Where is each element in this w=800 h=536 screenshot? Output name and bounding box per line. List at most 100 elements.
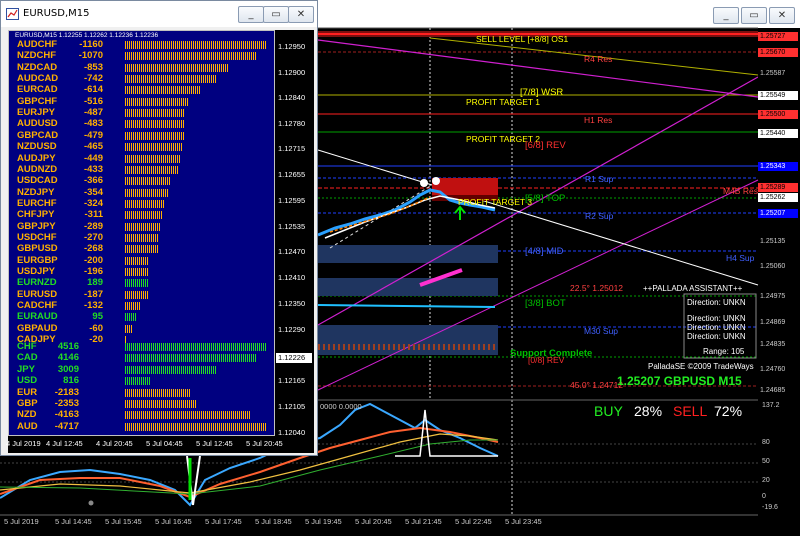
currency-row: GBP -2353 <box>17 398 79 409</box>
price-axis-label: 1.12410 <box>278 273 306 282</box>
strength-minimize-button[interactable]: _ <box>238 6 264 23</box>
currency-name: JPY <box>17 363 35 375</box>
pair-value: -311 <box>84 209 104 221</box>
pair-row: EURAUD 95 <box>17 311 103 322</box>
currency-row: CAD 4146 <box>17 352 79 363</box>
pair-row: CHFJPY -311 <box>17 209 103 220</box>
pair-value: -132 <box>83 300 103 312</box>
currency-name: CAD <box>17 352 38 364</box>
level-profit-target-1: PROFIT TARGET 1 <box>466 97 540 107</box>
pair-row: USDCAD -366 <box>17 175 103 186</box>
pair-name: NZDCHF <box>17 50 57 62</box>
currency-row: AUD -4717 <box>17 421 79 432</box>
pair-name: EURNZD <box>17 277 57 289</box>
pair-strength-bar <box>125 52 256 61</box>
pair-strength-bar <box>125 233 159 242</box>
pair-name: AUDJPY <box>17 152 56 164</box>
pair-strength-bar <box>125 268 149 276</box>
currency-value: 816 <box>63 375 79 387</box>
pair-row: EURCHF -324 <box>17 198 103 209</box>
pair-strength-bar <box>125 188 169 197</box>
osc-scale-label: 137.2 <box>762 402 780 409</box>
pair-value: -433 <box>83 163 103 175</box>
currency-row: EUR -2183 <box>17 387 79 398</box>
oscillator-header: 0000 0.0000 <box>320 402 362 411</box>
level-m4b-res: M4B Res <box>723 186 758 196</box>
pair-name: EURUSD <box>17 288 58 300</box>
pair-row: GBPAUD -60 <box>17 323 103 334</box>
currency-name: GBP <box>17 398 38 409</box>
price-label: 1.24835 <box>758 340 798 349</box>
price-label: 1.25500 <box>758 110 798 119</box>
pair-value: -516 <box>83 95 103 107</box>
price-label: 1.25135 <box>758 237 798 246</box>
currency-row: CHF 4516 <box>17 341 79 352</box>
pair-name: AUDUSD <box>17 118 58 130</box>
pair-value: -487 <box>83 107 103 119</box>
currency-value: 4516 <box>57 341 79 352</box>
price-label: 1.25343 <box>758 162 798 171</box>
currency-value: 4146 <box>57 352 79 364</box>
assistant-direction: Direction: UNKN <box>687 332 746 341</box>
strength-window[interactable]: EURUSD,M15 _ ▭ ✕ EURUSD,M15 1.12255 1.12… <box>0 0 318 456</box>
pair-value: 95 <box>92 311 103 323</box>
currency-strength-bar <box>125 388 191 397</box>
price-axis-label: 1.12105 <box>278 402 306 411</box>
price-label: 1.25262 <box>758 193 798 202</box>
price-axis-label: 1.12840 <box>278 93 306 102</box>
level-angle-22: 22.5° 1.25012 <box>570 283 624 293</box>
date-axis-label: 4 Jul 20:45 <box>96 439 133 448</box>
level-angle-45: 45.0° 1.24712 <box>570 380 624 390</box>
strength-close-button[interactable]: ✕ <box>288 6 314 23</box>
price-label: 1.24869 <box>758 318 798 327</box>
currency-value: -4163 <box>54 409 79 421</box>
time-label: 5 Jul 18:45 <box>255 517 292 526</box>
pair-strength-bar <box>125 177 170 186</box>
pair-strength-bar <box>125 165 178 174</box>
currency-row: USD 816 <box>17 375 79 386</box>
currency-name: AUD <box>17 420 38 432</box>
pair-row: AUDNZD -433 <box>17 164 103 175</box>
pair-value: -366 <box>83 175 103 187</box>
price-label: 1.25289 <box>758 183 798 192</box>
pair-name: GBPUSD <box>17 243 58 255</box>
currency-strength-bar <box>125 411 251 420</box>
assistant-title: ++PALLADA ASSISTANT++ <box>643 284 743 293</box>
level-r4-res: R4 Res <box>584 54 613 64</box>
time-label: 5 Jul 19:45 <box>305 517 342 526</box>
time-label: 5 Jul 21:45 <box>405 517 442 526</box>
price-label: 1.24685 <box>758 386 798 395</box>
pair-row: EURUSD -187 <box>17 289 103 300</box>
pair-value: -1070 <box>78 50 103 62</box>
assistant-direction: Direction: UNKN <box>687 314 746 323</box>
price-label: 1.24975 <box>758 292 798 301</box>
date-axis-label: 4 Jul 2019 <box>6 439 41 448</box>
pair-strength-bar <box>125 63 230 72</box>
pair-value: -465 <box>83 141 103 153</box>
pair-name: EURJPY <box>17 107 56 119</box>
pair-row: GBPCHF -516 <box>17 96 103 107</box>
buy-label: BUY <box>594 403 623 419</box>
pair-row: NZDCHF -1070 <box>17 50 103 61</box>
pair-name: USDCHF <box>17 231 57 243</box>
pair-name: NZDJPY <box>17 186 55 198</box>
strength-panel: EURUSD,M15 1.12255 1.12262 1.12236 1.122… <box>8 30 275 436</box>
currency-value: -2353 <box>54 398 79 409</box>
pair-strength-bar <box>125 143 182 152</box>
time-label: 5 Jul 16:45 <box>155 517 192 526</box>
currency-value: -4717 <box>54 420 79 432</box>
strength-restore-button[interactable]: ▭ <box>263 6 289 23</box>
pair-row: GBPUSD -268 <box>17 243 103 254</box>
level-profit-target-3: PROFIT TARGET 3 <box>458 197 532 207</box>
assistant-direction: Direction: UNKN <box>687 298 746 307</box>
level-h1-res: H1 Res <box>584 115 613 125</box>
pair-value: -324 <box>83 197 103 209</box>
currency-name: EUR <box>17 386 38 398</box>
pair-strength-bar <box>125 97 189 106</box>
pair-value: 189 <box>87 277 103 289</box>
strength-chart-area[interactable]: EURUSD,M15 1.12255 1.12262 1.12236 1.122… <box>6 30 314 453</box>
currency-row: NZD -4163 <box>17 409 79 420</box>
currency-strength-bar <box>125 422 267 431</box>
date-axis-label: 4 Jul 12:45 <box>46 439 83 448</box>
current-price-label: 1.25207 <box>758 209 798 218</box>
